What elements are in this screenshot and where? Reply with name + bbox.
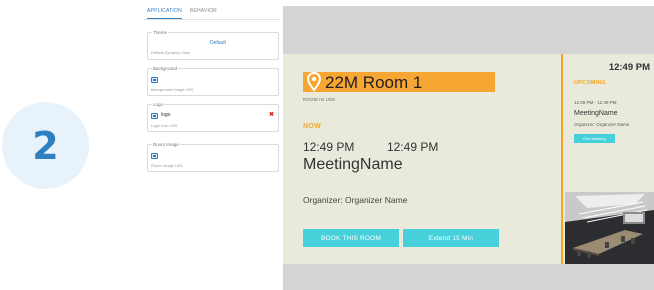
tab-behavior[interactable]: BEHAVIOR	[190, 6, 217, 19]
room-image-legend: Room Image	[152, 141, 180, 148]
background-helper: Background Image URL	[151, 87, 194, 92]
upcoming-times: 12:49 PM - 12:49 PM	[574, 100, 617, 105]
upcoming-sidebar: 12:49 PM UPCOMING 12:49 PM - 12:49 PM Me…	[561, 54, 654, 264]
current-meeting-pane: 22M Room 1 ROOM IN USE NOW 12:49 PM 12:4…	[283, 54, 561, 264]
close-icon[interactable]: ✖	[269, 112, 274, 119]
room-display-screen: 22M Room 1 ROOM IN USE NOW 12:49 PM 12:4…	[283, 54, 654, 264]
settings-tabs: APPLICATION BEHAVIOR	[143, 6, 280, 20]
meeting-organizer: Organizer: Organizer Name	[303, 195, 408, 205]
background-legend: Background	[152, 65, 179, 72]
theme-legend: Theme	[152, 29, 169, 36]
background-field[interactable]: Background Background Image URL	[147, 65, 279, 96]
step-number: 2	[32, 123, 59, 168]
room-photo	[565, 192, 654, 264]
theme-helper: Default Symplus Visio	[151, 50, 190, 55]
image-icon	[151, 77, 158, 83]
meeting-name: MeetingName	[303, 156, 403, 173]
room-image-field[interactable]: Room Image Room Image URL	[147, 141, 279, 172]
image-icon	[151, 113, 158, 119]
meeting-start-time: 12:49 PM	[303, 140, 355, 154]
logo-helper: Logo Icon URL	[151, 123, 178, 128]
clock: 12:49 PM	[608, 62, 650, 73]
logo-legend: Logo	[152, 101, 165, 108]
theme-value: Default	[210, 40, 226, 46]
book-room-button[interactable]: BOOK THIS ROOM	[303, 229, 399, 247]
logo-value: logo	[161, 112, 171, 118]
upcoming-label: UPCOMING	[574, 80, 606, 86]
step-number-badge: 2	[2, 102, 89, 189]
room-name: 22M Room 1	[325, 73, 423, 92]
settings-panel: APPLICATION BEHAVIOR Theme Default Defau…	[143, 6, 280, 290]
location-pin-icon	[307, 72, 321, 92]
logo-field[interactable]: Logo logo ✖ Logo Icon URL	[147, 101, 279, 132]
tab-application[interactable]: APPLICATION	[147, 6, 182, 19]
image-icon	[151, 153, 158, 159]
extend-meeting-button[interactable]: Extend 15 Min	[403, 229, 499, 247]
meeting-end-time: 12:49 PM	[387, 140, 439, 154]
end-meeting-button[interactable]: End Meeting	[574, 134, 615, 143]
upcoming-meeting-name: MeetingName	[574, 110, 618, 117]
now-label: NOW	[303, 123, 322, 130]
theme-field[interactable]: Theme Default Default Symplus Visio	[147, 29, 279, 60]
room-status: ROOM IN USE	[303, 97, 336, 102]
upcoming-organizer: Organizer: Organizer Name	[574, 122, 630, 127]
room-image-helper: Room Image URL	[151, 163, 184, 168]
